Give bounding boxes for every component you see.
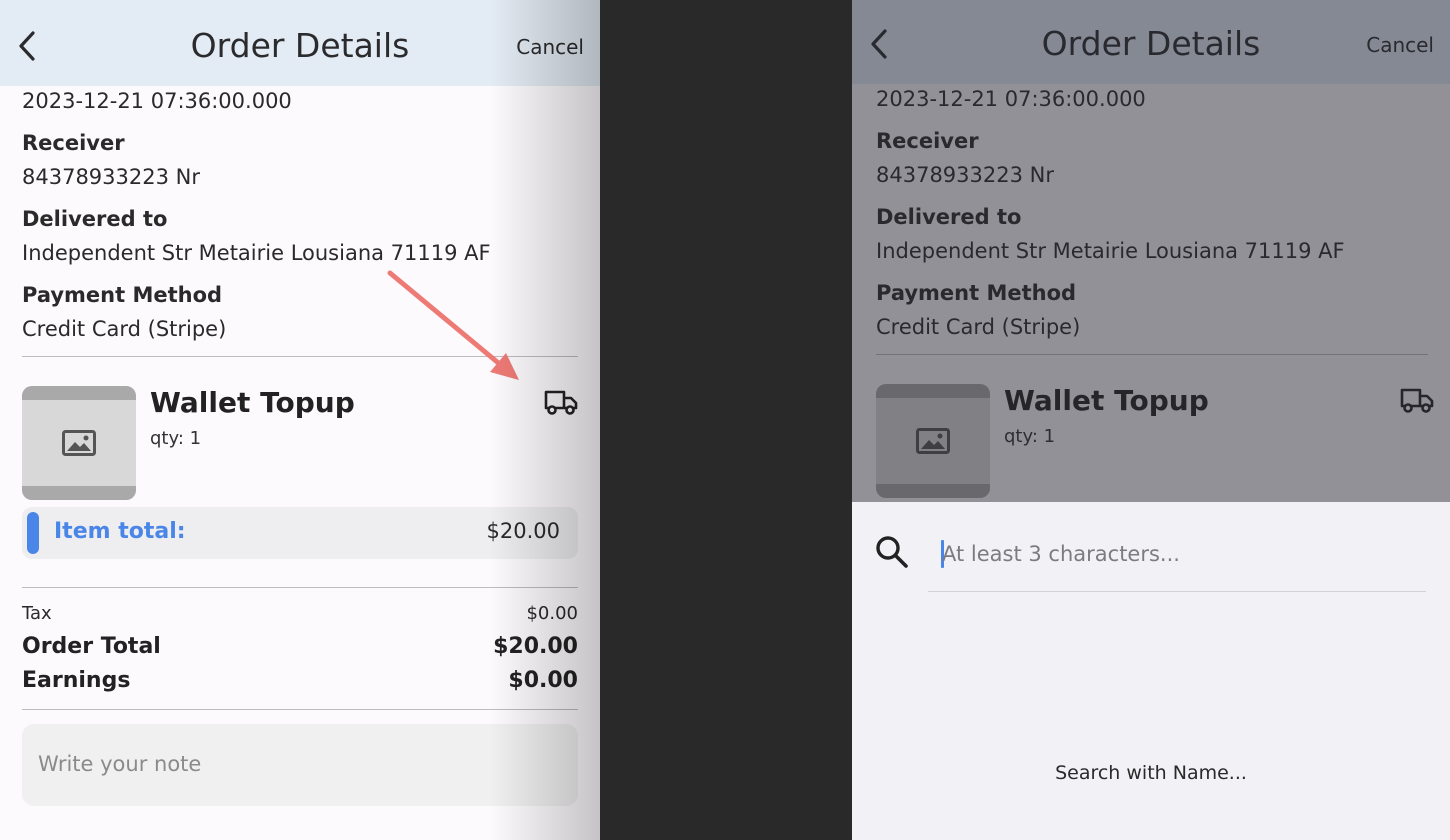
- tax-value: $0.00: [526, 603, 578, 624]
- search-hint: Search with Name...: [1055, 762, 1247, 784]
- order-details-screen: Order Details Cancel 2023-12-21 07:36:00…: [0, 0, 600, 840]
- product-qty: qty: 1: [150, 428, 202, 449]
- product-name: Wallet Topup: [150, 386, 355, 419]
- background-order-details: Order Details Cancel 2023-12-21 07:36:00…: [852, 0, 1450, 502]
- nav-header: Order Details Cancel: [0, 0, 600, 86]
- payment-method-label: Payment Method: [22, 283, 223, 307]
- receiver-value: 84378933223 Nr: [22, 165, 200, 189]
- order-total-label: Order Total: [22, 634, 161, 659]
- earnings-value: $0.00: [508, 668, 578, 693]
- receiver-label: Receiver: [22, 131, 125, 155]
- order-total-row: Order Total $20.00: [22, 634, 578, 659]
- earnings-label: Earnings: [22, 668, 131, 693]
- page-title: Order Details: [190, 26, 410, 65]
- modal-backdrop[interactable]: [852, 0, 1450, 502]
- search-sheet: Search with Name...: [852, 502, 1450, 840]
- payment-method-value: Credit Card (Stripe): [22, 317, 227, 341]
- note-placeholder: Write your note: [38, 752, 202, 776]
- tax-row: Tax $0.00: [22, 603, 578, 624]
- search-field[interactable]: [928, 532, 1426, 592]
- image-placeholder-icon: [62, 430, 96, 456]
- truck-icon[interactable]: [544, 388, 578, 416]
- cancel-button[interactable]: Cancel: [516, 35, 584, 59]
- divider: [22, 709, 578, 710]
- delivered-to-label: Delivered to: [22, 207, 168, 231]
- divider: [22, 587, 578, 588]
- note-field[interactable]: Write your note: [22, 724, 578, 806]
- annotation-arrow: [387, 270, 519, 380]
- accent-bar: [27, 512, 39, 554]
- item-total-value: $20.00: [486, 519, 560, 543]
- earnings-row: Earnings $0.00: [22, 668, 578, 693]
- product-image: [22, 386, 136, 500]
- delivery-address: Independent Str Metairie Lousiana 71119 …: [22, 241, 491, 265]
- item-total-row: Item total: $20.00: [22, 507, 578, 559]
- tax-label: Tax: [22, 603, 52, 624]
- search-icon: [876, 536, 908, 568]
- order-date: 2023-12-21 07:36:00.000: [22, 89, 292, 113]
- item-total-label: Item total:: [54, 519, 186, 544]
- order-total-value: $20.00: [493, 634, 578, 659]
- search-input[interactable]: [942, 536, 1422, 572]
- search-sheet-screen: Order Details Cancel 2023-12-21 07:36:00…: [852, 0, 1450, 840]
